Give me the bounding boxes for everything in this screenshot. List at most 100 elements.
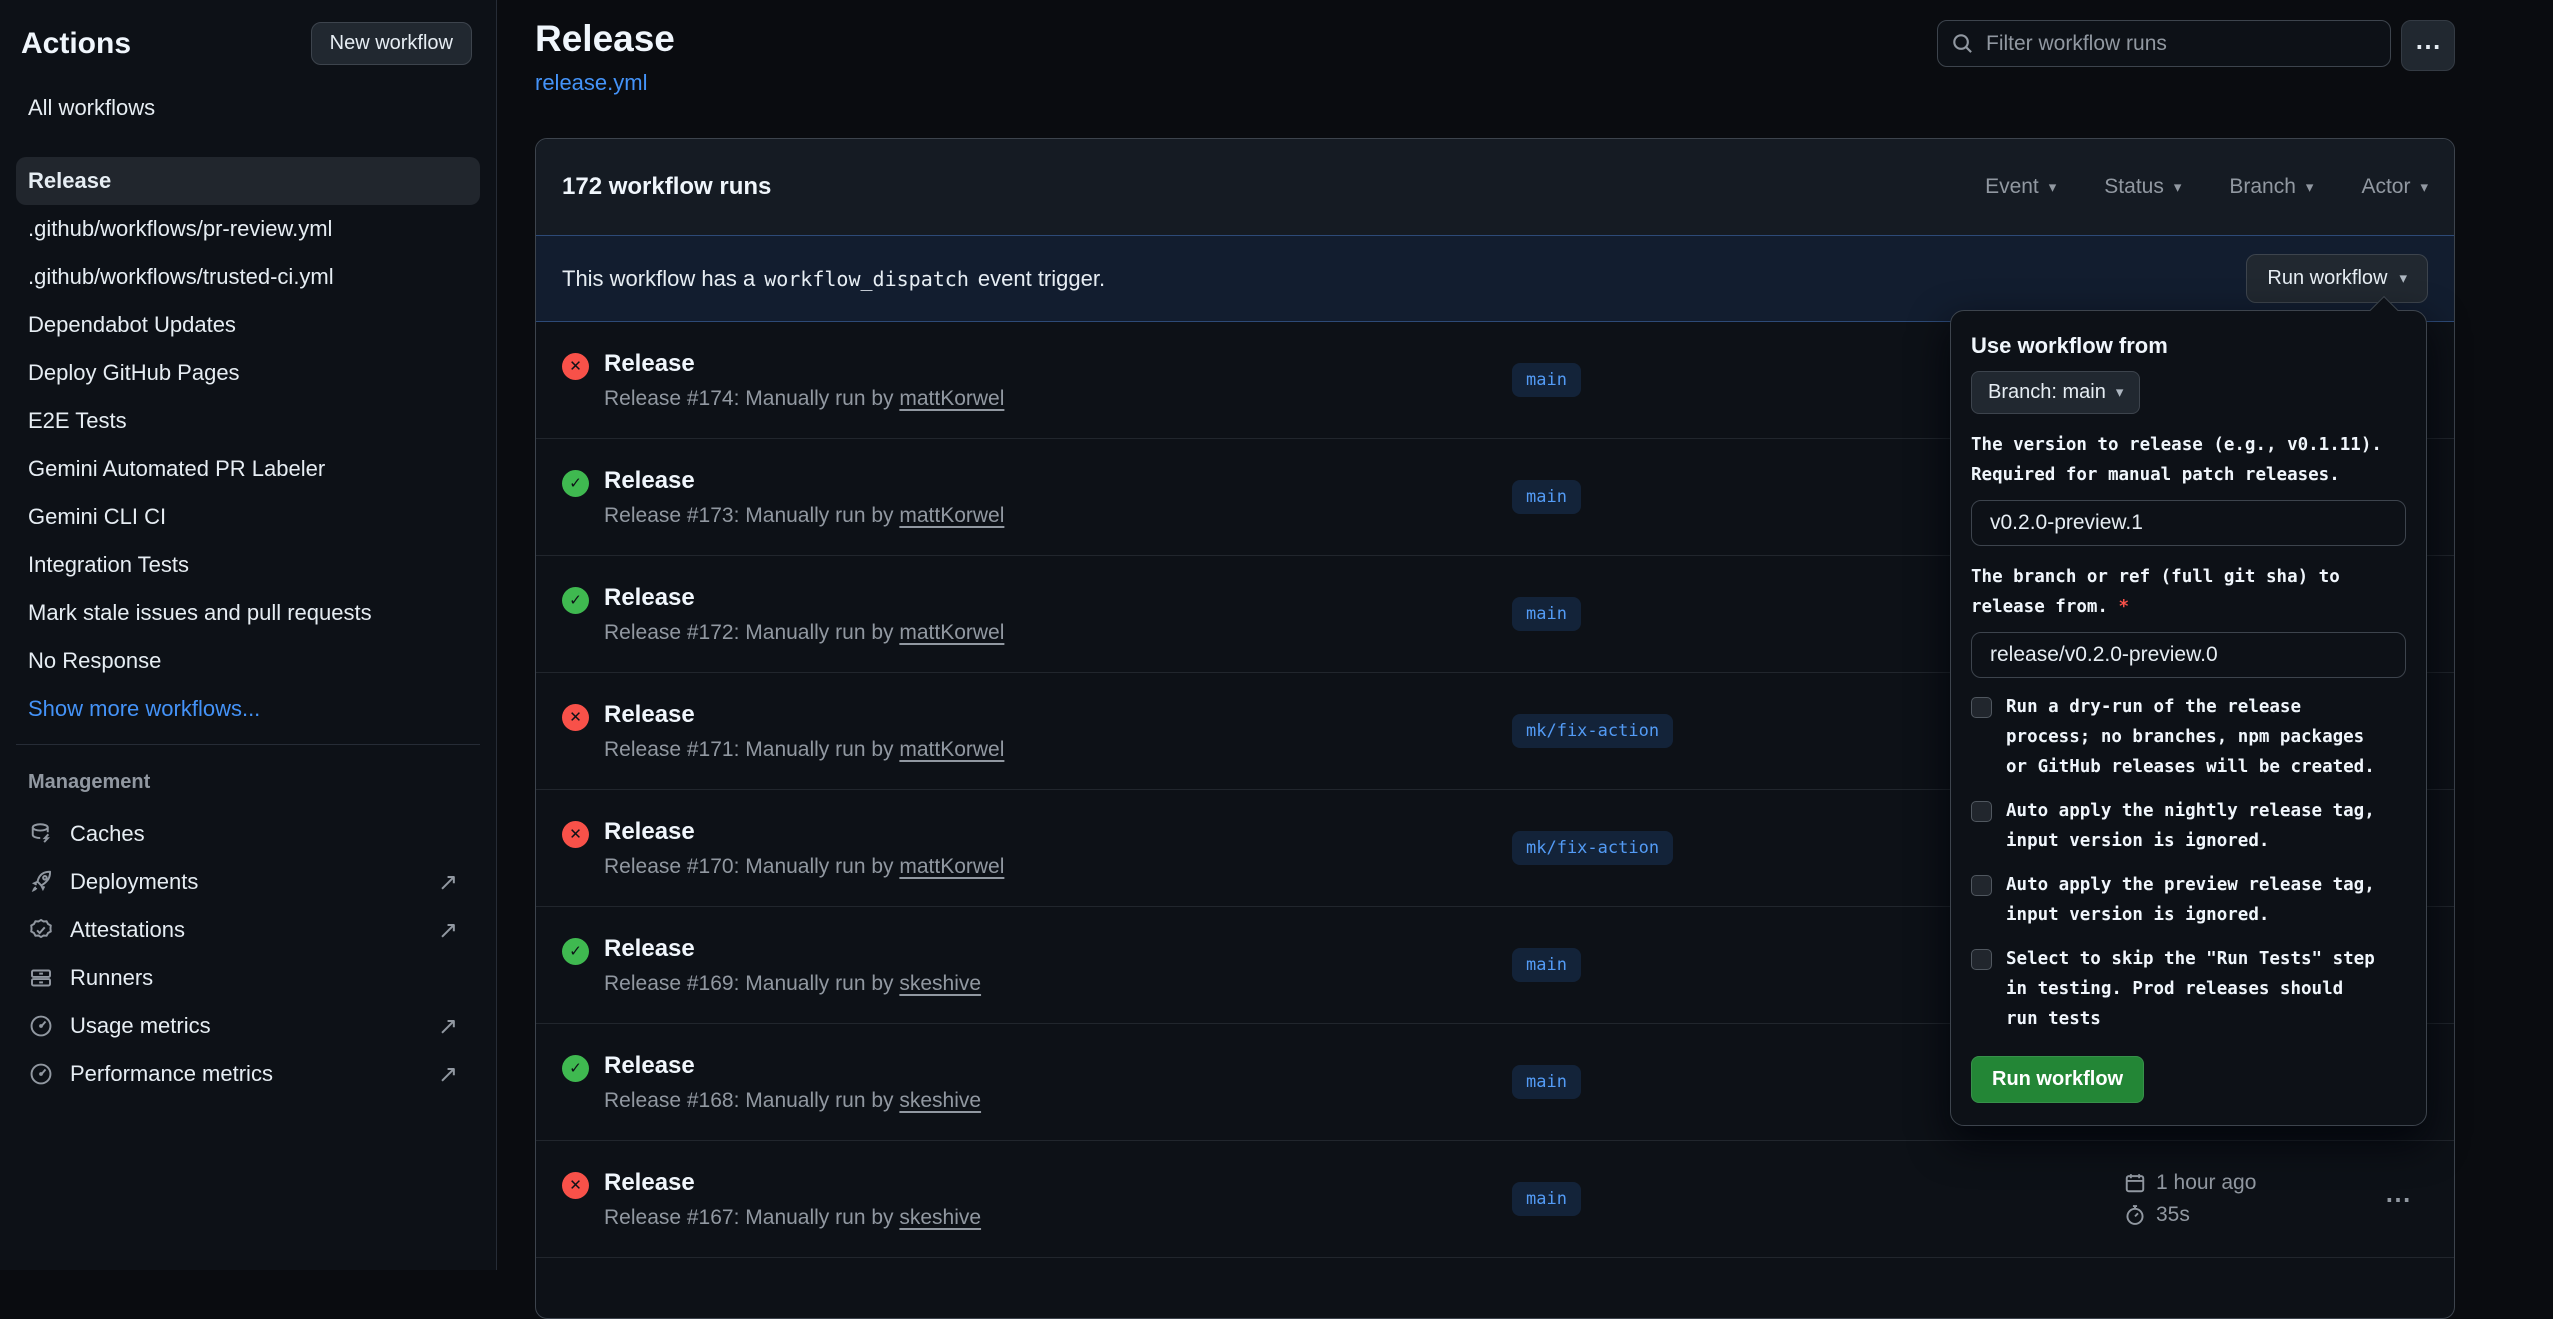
filter-runs-input[interactable] — [1937, 20, 2391, 67]
run-workflow-submit-button[interactable]: Run workflow — [1971, 1056, 2144, 1103]
run-title-link[interactable]: Release — [604, 350, 1004, 378]
checkbox[interactable] — [1971, 697, 1992, 718]
run-status-icon: ✕ — [562, 353, 589, 380]
sidebar-workflow-item[interactable]: Gemini Automated PR Labeler — [16, 445, 480, 493]
workflow-dispatch-code: workflow_dispatch — [764, 267, 969, 291]
run-actor-link[interactable]: skeshive — [899, 1089, 981, 1112]
sidebar-workflow-item[interactable]: Dependabot Updates — [16, 301, 480, 349]
new-workflow-button[interactable]: New workflow — [311, 22, 472, 65]
management-label: Attestations — [70, 917, 422, 943]
sidebar-management-item[interactable]: Deployments ↗ — [16, 858, 480, 906]
page-title: Release — [535, 18, 675, 60]
ref-input[interactable] — [1971, 632, 2406, 678]
management-list: Caches ↗ Deployments ↗ Attestations ↗ Ru… — [0, 810, 496, 1098]
sidebar-workflow-item[interactable]: E2E Tests — [16, 397, 480, 445]
filter-dropdown-actor[interactable]: Actor ▾ — [2361, 175, 2428, 199]
partial-run-row — [536, 1258, 2454, 1318]
all-workflows-link[interactable]: All workflows — [28, 95, 496, 121]
run-actor-link[interactable]: mattKorwel — [899, 504, 1004, 527]
run-workflow-dropdown-button[interactable]: Run workflow ▾ — [2246, 254, 2428, 303]
run-actor-link[interactable]: mattKorwel — [899, 387, 1004, 410]
chevron-down-icon: ▾ — [2049, 180, 2057, 195]
verified-icon — [28, 917, 54, 943]
run-actor-link[interactable]: mattKorwel — [899, 621, 1004, 644]
workflow-name: Gemini Automated PR Labeler — [28, 456, 325, 482]
run-description: Release #168: Manually run by — [604, 1089, 894, 1112]
checkbox[interactable] — [1971, 875, 1992, 896]
run-filters: Event ▾ Status ▾ Branch ▾ Actor ▾ — [1985, 175, 2428, 199]
run-actor-link[interactable]: skeshive — [899, 1206, 981, 1229]
branch-badge[interactable]: main — [1512, 597, 1581, 631]
checkbox[interactable] — [1971, 801, 1992, 822]
filter-dropdown-status[interactable]: Status ▾ — [2104, 175, 2181, 199]
version-input-label: The version to release (e.g., v0.1.11). … — [1971, 430, 2406, 490]
dispatch-checkbox-row[interactable]: Run a dry-run of the release process; no… — [1971, 692, 2406, 782]
chevron-down-icon: ▾ — [2399, 271, 2407, 286]
branch-selector-button[interactable]: Branch: main ▾ — [1971, 371, 2140, 414]
run-title-link[interactable]: Release — [604, 1052, 981, 1080]
workflow-name: .github/workflows/pr-review.yml — [28, 216, 332, 242]
sidebar-workflow-item[interactable]: Gemini CLI CI — [16, 493, 480, 541]
run-description: Release #174: Manually run by — [604, 387, 894, 410]
sidebar-management-item[interactable]: Attestations ↗ — [16, 906, 480, 954]
run-title-link[interactable]: Release — [604, 818, 1004, 846]
meter-icon — [28, 1013, 54, 1039]
run-status-icon: ✕ — [562, 821, 589, 848]
branch-badge[interactable]: main — [1512, 480, 1581, 514]
run-title-link[interactable]: Release — [604, 1169, 981, 1197]
run-actor-link[interactable]: mattKorwel — [899, 738, 1004, 761]
run-status-icon: ✕ — [562, 1172, 589, 1199]
sidebar-workflow-item[interactable]: Mark stale issues and pull requests — [16, 589, 480, 637]
run-actor-link[interactable]: mattKorwel — [899, 855, 1004, 878]
run-actor-link[interactable]: skeshive — [899, 972, 981, 995]
sidebar-workflow-item[interactable]: .github/workflows/trusted-ci.yml — [16, 253, 480, 301]
workflow-file-link[interactable]: release.yml — [535, 70, 647, 96]
workflow-name: E2E Tests — [28, 408, 127, 434]
branch-badge[interactable]: main — [1512, 1065, 1581, 1099]
stopwatch-icon — [2124, 1204, 2146, 1226]
branch-badge[interactable]: main — [1512, 1182, 1581, 1216]
run-title-link[interactable]: Release — [604, 584, 1004, 612]
checkbox[interactable] — [1971, 949, 1992, 970]
branch-badge[interactable]: mk/fix-action — [1512, 714, 1673, 748]
branch-badge[interactable]: main — [1512, 948, 1581, 982]
management-heading: Management — [28, 771, 496, 794]
show-more-workflows-link[interactable]: Show more workflows... — [16, 685, 480, 733]
run-title-link[interactable]: Release — [604, 935, 981, 963]
sidebar-workflow-item[interactable]: Integration Tests — [16, 541, 480, 589]
dispatch-checkbox-row[interactable]: Auto apply the preview release tag, inpu… — [1971, 870, 2406, 930]
run-kebab-icon[interactable]: ⋯ — [2368, 1184, 2428, 1215]
sidebar-workflow-item[interactable]: Deploy GitHub Pages — [16, 349, 480, 397]
run-title-link[interactable]: Release — [604, 467, 1004, 495]
filter-dropdown-event[interactable]: Event ▾ — [1985, 175, 2056, 199]
external-link-icon: ↗ — [438, 916, 458, 945]
run-status-icon: ✓ — [562, 938, 589, 965]
version-input[interactable] — [1971, 500, 2406, 546]
management-label: Deployments — [70, 869, 422, 895]
workflow-name: No Response — [28, 648, 161, 674]
workflow-name: Gemini CLI CI — [28, 504, 166, 530]
run-description: Release #172: Manually run by — [604, 621, 894, 644]
dispatch-checkbox-row[interactable]: Select to skip the "Run Tests" step in t… — [1971, 944, 2406, 1034]
sidebar-management-item[interactable]: Performance metrics ↗ — [16, 1050, 480, 1098]
filter-dropdown-branch[interactable]: Branch ▾ — [2229, 175, 2313, 199]
run-description: Release #167: Manually run by — [604, 1206, 894, 1229]
sidebar-workflow-item[interactable]: .github/workflows/pr-review.yml — [16, 205, 480, 253]
run-title-link[interactable]: Release — [604, 701, 1004, 729]
chevron-down-icon: ▾ — [2420, 180, 2428, 195]
kebab-icon[interactable]: ⋯ — [2401, 20, 2455, 71]
branch-badge[interactable]: main — [1512, 363, 1581, 397]
dispatch-checkbox-row[interactable]: Auto apply the nightly release tag, inpu… — [1971, 796, 2406, 856]
branch-badge[interactable]: mk/fix-action — [1512, 831, 1673, 865]
sidebar-workflow-item[interactable]: Release — [16, 157, 480, 205]
run-time-ago: 1 hour ago — [2156, 1171, 2256, 1195]
run-description: Release #169: Manually run by — [604, 972, 894, 995]
chevron-down-icon: ▾ — [2116, 385, 2124, 400]
sidebar-divider — [16, 744, 480, 745]
sidebar-management-item[interactable]: Caches ↗ — [16, 810, 480, 858]
sidebar-workflow-item[interactable]: No Response — [16, 637, 480, 685]
run-description: Release #170: Manually run by — [604, 855, 894, 878]
workflow-dispatch-banner: This workflow has a workflow_dispatch ev… — [536, 235, 2454, 322]
sidebar-management-item[interactable]: Runners ↗ — [16, 954, 480, 1002]
sidebar-management-item[interactable]: Usage metrics ↗ — [16, 1002, 480, 1050]
